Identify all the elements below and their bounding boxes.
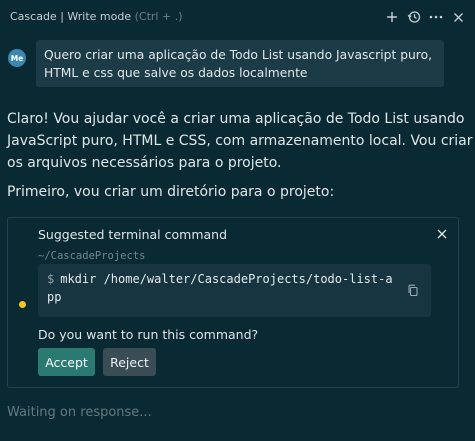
user-avatar: Me — [8, 49, 26, 67]
plus-icon[interactable] — [381, 6, 403, 28]
pending-status-dot — [19, 301, 26, 308]
history-icon[interactable] — [403, 6, 425, 28]
assistant-paragraph: Claro! Vou ajudar você a criar uma aplic… — [7, 111, 473, 171]
close-icon[interactable] — [447, 6, 469, 28]
mode-shortcut-hint: (Ctrl + .) — [134, 10, 183, 23]
card-title: Suggested terminal command — [38, 227, 228, 242]
panel-title: Cascade | Write mode (Ctrl + .) — [10, 10, 183, 23]
panel-header: Cascade | Write mode (Ctrl + .) — [0, 0, 475, 34]
prompt-symbol: $ — [47, 272, 55, 286]
command-text: mkdir /home/walter/CascadeProjects/todo-… — [47, 272, 393, 304]
more-icon[interactable] — [425, 6, 447, 28]
terminal-command-card: Suggested terminal command ~/CascadeProj… — [7, 217, 459, 388]
reject-button[interactable]: Reject — [103, 348, 156, 376]
header-actions — [381, 6, 469, 28]
user-message: Quero criar uma aplicação de Todo List u… — [36, 40, 444, 87]
accept-button[interactable]: Accept — [38, 348, 95, 376]
panel-title-text: Cascade | Write mode — [10, 10, 132, 23]
command-box: $ mkdir /home/walter/CascadeProjects/todo… — [38, 264, 431, 317]
assistant-paragraph: Primeiro, vou criar um diretório para o … — [7, 184, 335, 200]
close-icon[interactable] — [434, 226, 450, 242]
waiting-status: Waiting on response... — [7, 405, 152, 420]
working-directory: ~/CascadeProjects — [38, 250, 146, 262]
run-command-question: Do you want to run this command? — [38, 327, 259, 342]
assistant-message: Claro! Vou ajudar você a criar uma aplic… — [7, 108, 473, 203]
copy-icon[interactable] — [404, 281, 422, 299]
